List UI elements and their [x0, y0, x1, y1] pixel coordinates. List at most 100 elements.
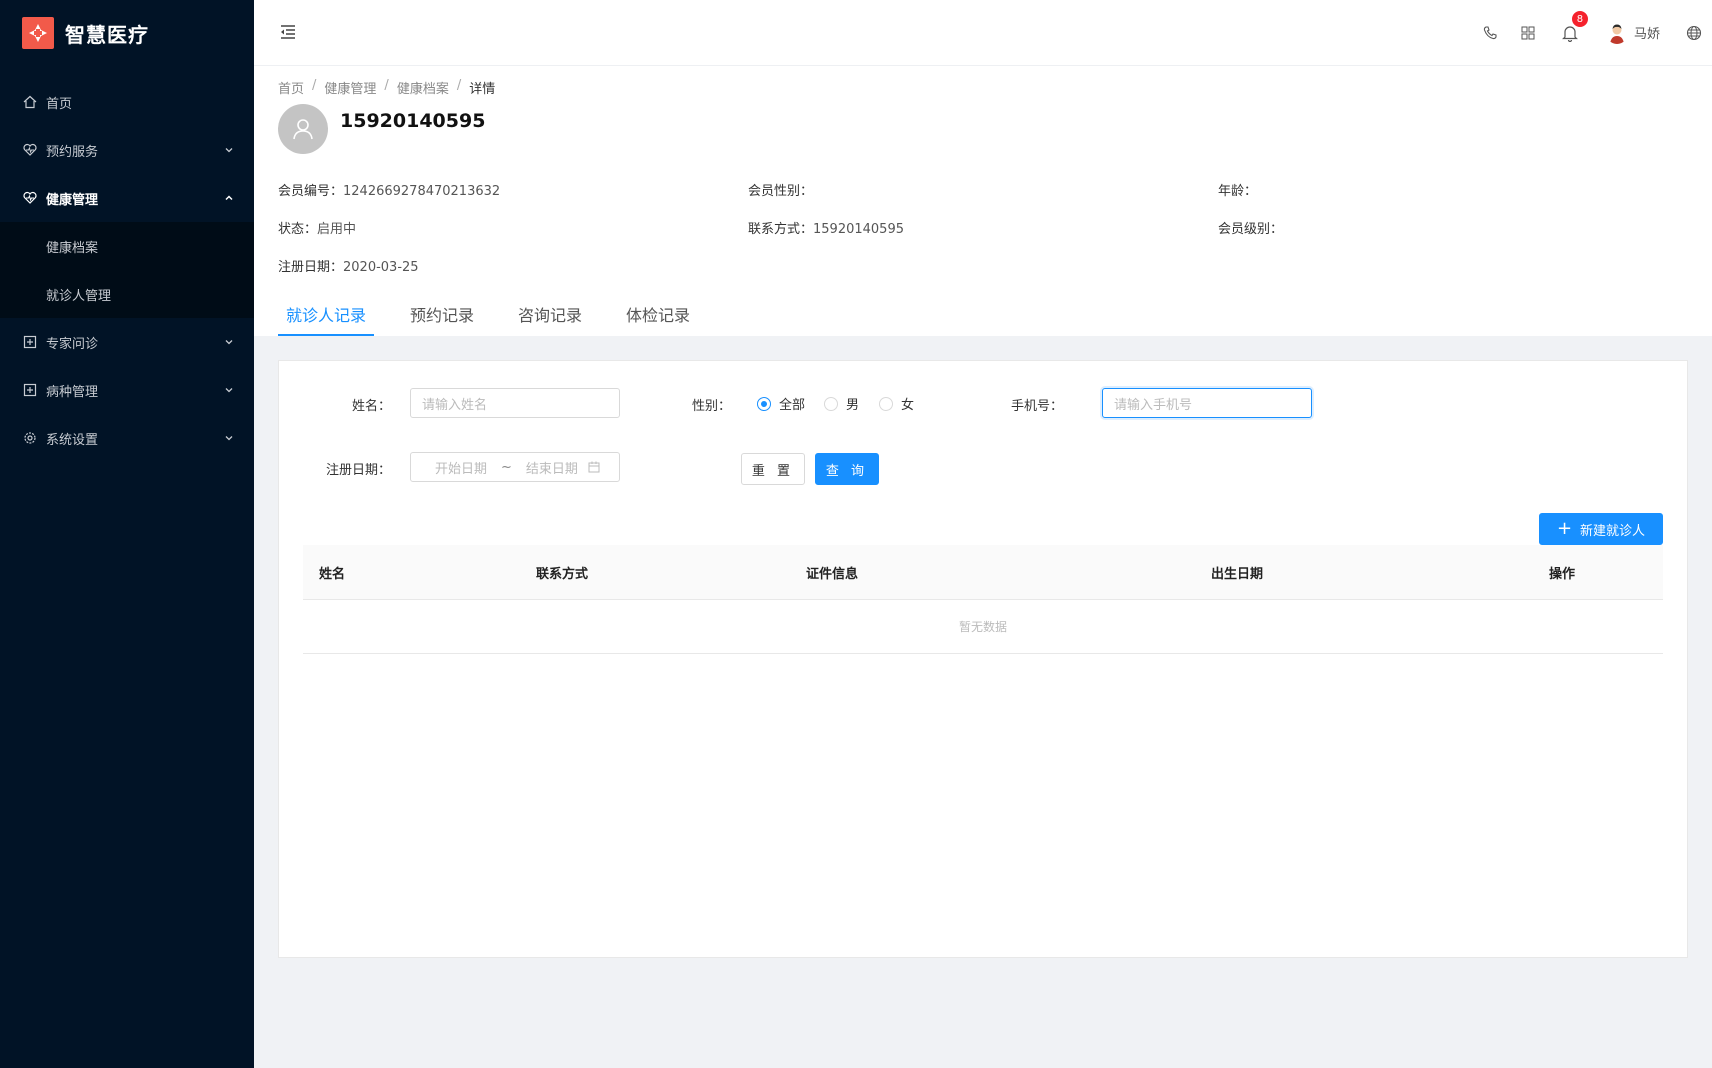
sidebar-item-settings[interactable]: 系统设置: [0, 414, 254, 462]
logo-icon: [22, 17, 54, 49]
gender-radio-female[interactable]: 女: [879, 394, 914, 413]
sidebar-item-appointment[interactable]: 预约服务: [0, 126, 254, 174]
member-level-field: 会员级别：: [1218, 218, 1688, 237]
plus-icon: +: [1556, 518, 1573, 539]
field-value: 1242669278470213632: [343, 183, 501, 199]
tab-consult-records[interactable]: 咨询记录: [510, 292, 590, 336]
sidebar-item-health-records[interactable]: 健康档案: [0, 222, 254, 270]
record-tabs: 就诊人记录 预约记录 咨询记录 体检记录: [278, 292, 726, 336]
gender-radio-male[interactable]: 男: [824, 394, 859, 413]
sidebar-item-patient-management[interactable]: 就诊人管理: [0, 270, 254, 318]
sidebar-item-label: 专家问诊: [46, 336, 99, 352]
username: 马娇: [1633, 27, 1660, 42]
sidebar-item-home[interactable]: 首页: [0, 78, 254, 126]
avatar: [1605, 21, 1628, 44]
field-label: 状态：: [278, 221, 318, 237]
date-separator: ~: [501, 459, 512, 475]
menu-fold-icon[interactable]: [278, 22, 298, 42]
query-button[interactable]: 查 询: [815, 453, 879, 485]
chevron-up-icon: [224, 193, 234, 203]
member-gender-field: 会员性别：: [748, 180, 1218, 199]
breadcrumb-separator: /: [312, 78, 317, 93]
radio-label: 全部: [779, 398, 806, 413]
radio-dot: [879, 396, 893, 411]
breadcrumb: 首页 / 健康管理 / 健康档案 / 详情: [278, 78, 495, 97]
apps-grid-icon[interactable]: [1520, 25, 1536, 41]
breadcrumb-current: 详情: [469, 82, 496, 97]
field-label: 会员级别：: [1218, 221, 1284, 237]
sidebar: 智慧医疗 首页 预约服务 健康管理 健康档案 就诊人管理 专家问诊 病种管理 系…: [0, 0, 254, 1068]
heart-icon: [22, 142, 38, 158]
brand[interactable]: 智慧医疗: [0, 0, 254, 66]
member-contact-field: 联系方式：15920140595: [748, 218, 1218, 237]
chevron-down-icon: [224, 337, 234, 347]
globe-icon[interactable]: [1686, 25, 1702, 41]
tab-appointment-records[interactable]: 预约记录: [402, 292, 482, 336]
name-input[interactable]: 请输入姓名: [410, 388, 620, 418]
radio-label: 女: [901, 398, 915, 413]
breadcrumb-item[interactable]: 健康管理: [324, 78, 376, 97]
field-value: 15920140595: [813, 221, 904, 237]
reg-date-label: 注册日期：: [325, 463, 391, 478]
reset-button[interactable]: 重 置: [741, 453, 805, 485]
member-reg-date-field: 注册日期：2020-03-25: [278, 256, 748, 275]
radio-dot: [824, 396, 838, 411]
heart-icon: [22, 190, 38, 206]
topbar: 8 马娇: [254, 0, 1712, 66]
breadcrumb-item[interactable]: 首页: [278, 78, 304, 97]
field-label: 年龄：: [1218, 183, 1258, 199]
date-range-picker[interactable]: 开始日期 ~ 结束日期: [410, 452, 620, 482]
field-label: 会员编号：: [278, 183, 344, 199]
table-header: 姓名 联系方式 证件信息 出生日期 操作: [303, 545, 1663, 600]
user-menu[interactable]: 马娇: [1605, 21, 1660, 44]
plus-square-icon: [22, 334, 38, 350]
sidebar-item-expert-consult[interactable]: 专家问诊: [0, 318, 254, 366]
tab-checkup-records[interactable]: 体检记录: [618, 292, 698, 336]
content-card: 姓名： 请输入姓名 性别： 全部 男 女 手机号： 请输入手机号 注册日期： 开…: [278, 360, 1688, 958]
radio-label: 男: [846, 398, 860, 413]
phone-label: 手机号：: [1010, 399, 1063, 414]
gear-icon: [22, 430, 38, 446]
field-value: 启用中: [317, 221, 357, 237]
add-patient-label: 新建就诊人: [1580, 523, 1646, 539]
member-age-field: 年龄：: [1218, 180, 1688, 199]
column-header[interactable]: 出生日期: [1211, 545, 1263, 599]
column-header[interactable]: 证件信息: [806, 545, 858, 599]
breadcrumb-item[interactable]: 健康档案: [397, 78, 449, 97]
add-patient-button[interactable]: + 新建就诊人: [1539, 513, 1663, 545]
field-value: 2020-03-25: [343, 259, 419, 275]
sidebar-item-label: 预约服务: [46, 144, 99, 160]
chevron-down-icon: [224, 433, 234, 443]
sidebar-item-disease[interactable]: 病种管理: [0, 366, 254, 414]
chevron-down-icon: [224, 385, 234, 395]
sidebar-item-label: 健康管理: [46, 192, 99, 208]
chevron-down-icon: [224, 145, 234, 155]
table-empty-row: 暂无数据: [303, 599, 1663, 654]
date-end: 结束日期: [525, 461, 578, 477]
column-header[interactable]: 姓名: [319, 545, 345, 599]
radio-dot: [757, 396, 771, 411]
notification-bell-icon[interactable]: 8: [1562, 9, 1589, 42]
field-label: 会员性别：: [748, 183, 814, 199]
column-header[interactable]: 联系方式: [536, 545, 588, 599]
health-submenu: 健康档案 就诊人管理: [0, 222, 254, 318]
member-name: 15920140595: [340, 110, 486, 132]
date-start: 开始日期: [435, 461, 488, 477]
sidebar-item-health[interactable]: 健康管理: [0, 174, 254, 222]
notification-badge: 8: [1570, 9, 1589, 28]
sidebar-item-label: 系统设置: [46, 432, 99, 448]
brand-title: 智慧医疗: [65, 22, 149, 47]
gender-radio-all[interactable]: 全部: [757, 394, 805, 413]
gender-label: 性别：: [691, 399, 731, 414]
name-label: 姓名：: [351, 399, 391, 414]
breadcrumb-separator: /: [384, 78, 389, 93]
member-avatar-icon: [278, 104, 328, 154]
phone-icon[interactable]: [1482, 25, 1498, 41]
breadcrumb-separator: /: [456, 78, 462, 93]
field-label: 注册日期：: [278, 259, 344, 275]
tab-patient-records[interactable]: 就诊人记录: [278, 292, 375, 336]
sidebar-item-label: 健康档案: [46, 240, 99, 256]
phone-input[interactable]: 请输入手机号: [1102, 388, 1312, 418]
column-header[interactable]: 操作: [1549, 545, 1575, 599]
member-header-panel: 首页 / 健康管理 / 健康档案 / 详情 15920140595 会员编号：1242…: [254, 66, 1712, 336]
